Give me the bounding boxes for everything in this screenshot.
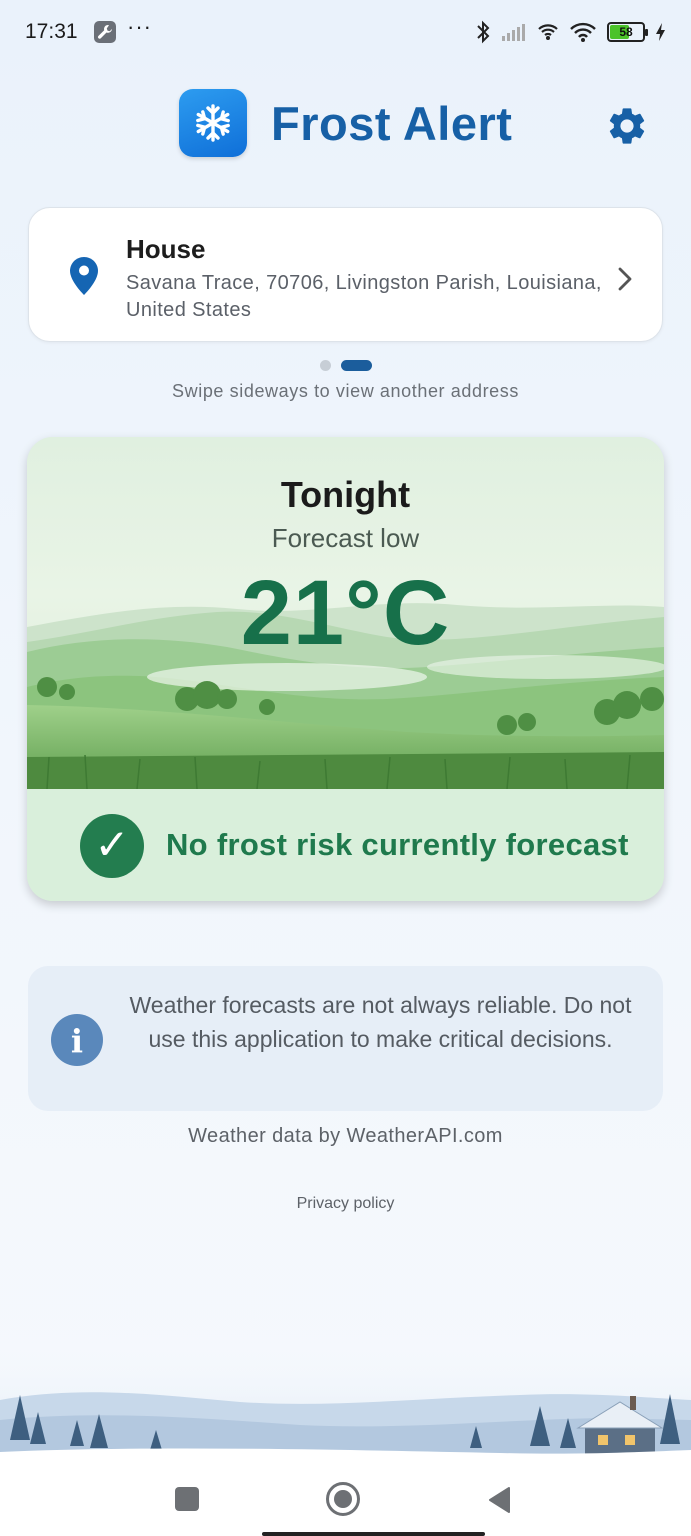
app-title: Frost Alert: [271, 97, 513, 150]
back-button[interactable]: [487, 1486, 511, 1514]
page-dot-1[interactable]: [320, 360, 331, 371]
weather-credit[interactable]: Weather data by WeatherAPI.com: [0, 1125, 691, 1148]
frost-status-bar: ✓ No frost risk currently forecast: [27, 789, 664, 901]
frost-status-text: No frost risk currently forecast: [166, 827, 629, 862]
hotspot-icon: [538, 24, 558, 40]
home-button[interactable]: [326, 1482, 360, 1516]
battery-level: 58: [619, 25, 633, 39]
address-name: House: [126, 234, 206, 264]
status-time: 17:31: [25, 20, 78, 43]
winter-landscape-illustration: [0, 1340, 691, 1460]
forecast-card: Tonight Forecast low 21°C ✓ No frost ris…: [27, 437, 664, 901]
info-icon: i: [51, 1014, 103, 1066]
page-indicator[interactable]: [320, 360, 380, 372]
app-logo: [179, 89, 247, 157]
address-line: Savana Trace, 70706, Livingston Parish, …: [126, 272, 602, 321]
overflow-dots: ···: [127, 14, 152, 39]
status-bar: 17:31 ··· 58: [0, 0, 691, 64]
bluetooth-icon: [477, 20, 490, 44]
privacy-policy-link[interactable]: Privacy policy: [0, 1195, 691, 1213]
gear-icon: [609, 108, 645, 144]
swipe-hint: Swipe sideways to view another address: [172, 381, 519, 401]
forecast-temperature: 21°C: [240, 562, 451, 664]
chevron-right-icon[interactable]: [617, 266, 633, 292]
snowflake-icon: [196, 104, 230, 142]
settings-button[interactable]: [605, 104, 649, 148]
charging-icon: [656, 23, 665, 41]
page-dot-2-active[interactable]: [341, 360, 372, 371]
check-icon: ✓: [80, 814, 144, 878]
signal-icon: [502, 24, 525, 41]
address-card[interactable]: House Savana Trace, 70706, Livingston Pa…: [28, 207, 663, 342]
location-pin-icon: [70, 257, 98, 295]
forecast-period: Tonight: [280, 474, 411, 515]
navigation-bar: [0, 1460, 691, 1536]
gesture-handle[interactable]: [262, 1532, 485, 1536]
status-icons: 58: [475, 18, 667, 46]
recent-apps-button[interactable]: [175, 1487, 199, 1511]
battery-icon: 58: [607, 22, 648, 42]
wifi-icon: [570, 22, 596, 42]
disclaimer-text: Weather forecasts are not always reliabl…: [129, 992, 632, 1052]
forecast-label: Forecast low: [271, 523, 420, 553]
tool-icon: [94, 21, 116, 43]
disclaimer-box: i Weather forecasts are not always relia…: [28, 966, 663, 1111]
